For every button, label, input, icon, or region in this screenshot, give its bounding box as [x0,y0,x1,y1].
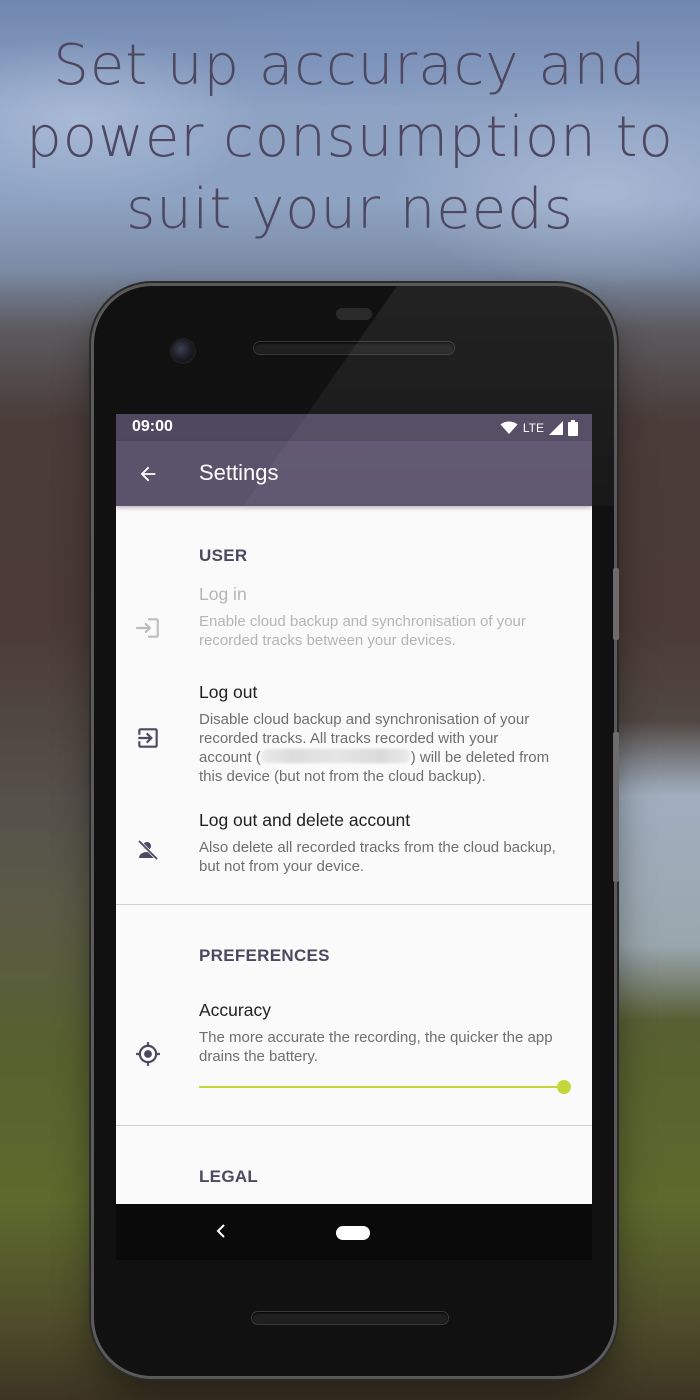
arrow-back-icon [140,466,156,482]
network-type-label: LTE [522,421,544,435]
person-off-icon [134,836,162,864]
device-screen: 09:00 LTE Settings USER Log in Enable cl… [116,414,592,1204]
slider-track [199,1086,563,1088]
bottom-speaker [252,1312,448,1324]
settings-list: USER Log in Enable cloud backup and sync… [116,506,592,1204]
promo-headline-line: suit your needs [126,177,574,242]
nav-back-icon [216,1224,225,1238]
pref-logout-delete[interactable]: Log out and delete account Also delete a… [116,804,592,894]
pref-logout-delete-summary: Also delete all recorded tracks from the… [199,839,556,875]
pref-login[interactable]: Log in Enable cloud backup and synchroni… [116,584,592,668]
top-speaker [254,342,454,354]
pref-login-summary: Enable cloud backup and synchronisation … [199,613,526,649]
pref-logout-title: Log out [199,682,258,702]
pref-login-title: Log in [199,584,247,604]
cell-signal-icon [549,421,563,435]
power-button [613,568,619,640]
system-nav-bar [116,1204,592,1260]
promo-headline: Set up accuracy and power consumption to… [0,30,700,246]
phone-frame: 09:00 LTE Settings USER Log in Enable cl… [94,286,619,1376]
home-pill-icon[interactable] [336,1226,370,1240]
pref-logout[interactable]: Log out Disable cloud backup and synchro… [116,676,592,794]
front-camera [172,340,194,362]
back-button[interactable] [128,454,168,494]
summary-line: recorded tracks. All tracks recorded wit… [199,730,499,747]
section-divider [116,1125,592,1126]
pref-logout-summary: Disable cloud backup and synchronisation… [199,710,571,786]
redacted-email [260,749,411,763]
summary-line: account ( [199,749,261,766]
page-title: Settings [199,460,279,485]
summary-line: Disable cloud backup and synchronisation… [199,711,530,728]
wifi-icon [500,421,518,434]
logout-icon [134,724,162,752]
pref-logout-delete-title: Log out and delete account [199,810,411,830]
gps-target-icon [134,1040,162,1068]
slider-thumb[interactable] [557,1080,571,1094]
volume-button [613,732,619,882]
earpiece [336,308,372,320]
section-header-preferences: PREFERENCES [199,946,330,965]
battery-icon [568,420,578,436]
accuracy-slider[interactable] [199,1080,571,1094]
summary-line: this device (but not from the cloud back… [199,768,486,785]
section-header-user: USER [199,546,248,565]
status-bar: 09:00 LTE [116,414,592,441]
pref-accuracy-title: Accuracy [199,1000,271,1020]
promo-headline-line: Set up accuracy and [53,33,647,98]
status-icons: LTE [500,419,578,437]
login-icon [134,614,162,642]
section-divider [116,904,592,905]
pref-accuracy-summary: The more accurate the recording, the qui… [199,1029,553,1065]
promo-headline-line: power consumption to [26,105,674,170]
nav-back-button[interactable] [206,1216,236,1246]
summary-line: ) will be deleted from [410,749,550,766]
status-time: 09:00 [132,418,173,435]
section-header-legal: LEGAL [199,1167,259,1186]
app-bar: Settings [116,441,592,506]
